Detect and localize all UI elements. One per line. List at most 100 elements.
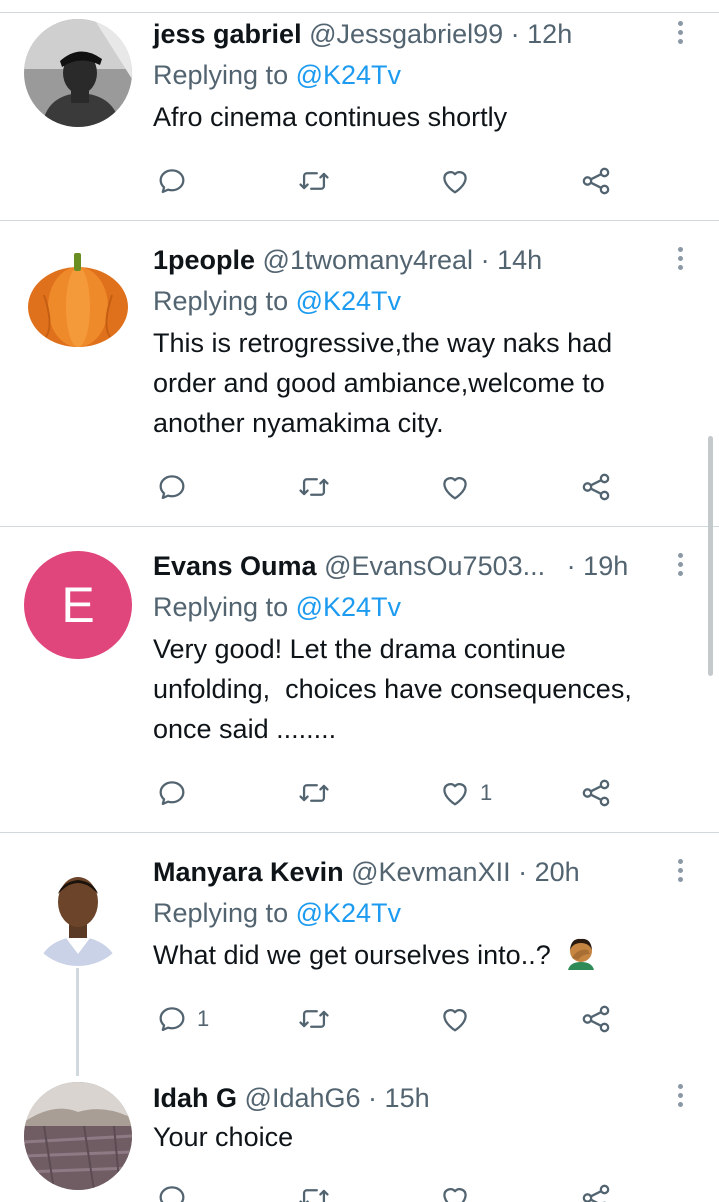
tweet-content: Evans Ouma @EvansOu7503... · 19h Replyin…: [153, 549, 698, 749]
tweet-content: 1people @1twomany4real · 14h Replying to…: [153, 243, 698, 443]
like-button[interactable]: [438, 1178, 480, 1202]
reply-icon: [159, 475, 185, 500]
timestamp[interactable]: 20h: [535, 857, 580, 887]
retweet-button[interactable]: [297, 1178, 331, 1202]
replying-to-label: Replying to: [153, 592, 289, 622]
reply-button[interactable]: [155, 161, 197, 201]
share-button[interactable]: [579, 999, 613, 1039]
tweet-content: Idah G @IdahG6 · 15h Your choice: [153, 1081, 698, 1157]
share-button[interactable]: [579, 773, 613, 813]
like-button[interactable]: [438, 467, 480, 507]
separator-dot: ·: [566, 551, 576, 581]
retweet-button[interactable]: [297, 773, 331, 813]
avatar-idah-g[interactable]: [24, 1082, 132, 1190]
like-button[interactable]: [438, 999, 480, 1039]
tweet-header: Manyara Kevin @KevmanXII · 20h: [153, 855, 698, 889]
user-handle[interactable]: @KevmanXII: [351, 857, 510, 887]
replying-to-label: Replying to: [153, 898, 289, 928]
display-name[interactable]: Idah G: [153, 1083, 237, 1113]
retweet-icon: [299, 784, 329, 802]
display-name[interactable]: 1people: [153, 245, 255, 275]
tweet-text-line: unfolding, choices have consequences,: [153, 674, 632, 704]
user-handle[interactable]: @1twomany4real: [263, 245, 474, 275]
display-name[interactable]: Manyara Kevin: [153, 857, 344, 887]
replying-to-label: Replying to: [153, 60, 289, 90]
more-icon[interactable]: [672, 550, 688, 584]
share-button[interactable]: [579, 161, 613, 201]
tweet-text: Your choice: [153, 1122, 294, 1152]
tweet-text-content: What did we get ourselves into..?: [153, 940, 551, 970]
retweet-icon: [299, 172, 329, 190]
like-icon: [443, 1009, 467, 1032]
reply-icon: [159, 1186, 185, 1202]
tweet-text-line: This is retrogressive,the way naks had: [153, 328, 613, 358]
avatar-evans-ouma[interactable]: E: [24, 551, 132, 659]
user-handle[interactable]: @IdahG6: [245, 1083, 361, 1113]
share-icon: [582, 167, 610, 195]
tweet-actions: 1: [153, 999, 623, 1039]
more-icon[interactable]: [672, 856, 688, 890]
reply-button[interactable]: 1: [155, 999, 209, 1039]
reply-button[interactable]: [155, 1178, 197, 1202]
avatar-1people[interactable]: [24, 245, 132, 353]
like-button[interactable]: [438, 161, 480, 201]
reply-count: 1: [197, 1006, 210, 1031]
tweet-text: This is retrogressive,the way naks had o…: [153, 323, 698, 443]
avatar-jess-gabriel[interactable]: [24, 19, 132, 127]
scrollbar-thumb[interactable]: [708, 436, 713, 676]
replying-to-label: Replying to: [153, 286, 289, 316]
retweet-button[interactable]: [297, 467, 331, 507]
tweet-header: Evans Ouma @EvansOu7503... · 19h: [153, 549, 698, 583]
share-icon: [582, 473, 610, 501]
tweet-header: jess gabriel @Jessgabriel99 · 12h: [153, 17, 698, 51]
tweet-text-line: order and good ambiance,welcome to: [153, 368, 605, 398]
user-handle[interactable]: @Jessgabriel99: [309, 19, 503, 49]
thread-connector: [76, 968, 79, 1076]
tweet-divider: [0, 526, 719, 527]
reply-icon: [159, 781, 185, 806]
timestamp[interactable]: 12h: [527, 19, 572, 49]
tweet-actions: 1: [153, 773, 623, 813]
display-name[interactable]: Evans Ouma: [153, 551, 317, 581]
share-icon: [582, 779, 610, 807]
more-icon[interactable]: [672, 244, 688, 278]
more-icon[interactable]: [672, 1081, 688, 1115]
more-icon[interactable]: [672, 18, 688, 52]
retweet-button[interactable]: [297, 999, 331, 1039]
share-button[interactable]: [579, 467, 613, 507]
tweet-text: Very good! Let the drama continue unfold…: [153, 629, 698, 749]
tweet-header: Idah G @IdahG6 · 15h: [153, 1081, 698, 1115]
tweet-actions: [153, 467, 623, 507]
mention-link[interactable]: @K24Tv: [296, 286, 401, 316]
timestamp[interactable]: 14h: [497, 245, 542, 275]
like-icon: [443, 1188, 467, 1202]
mention-link[interactable]: @K24Tv: [296, 60, 401, 90]
tweet-text: What did we get ourselves into..?: [153, 935, 698, 975]
tweet-content: Manyara Kevin @KevmanXII · 20h Replying …: [153, 855, 698, 975]
mention-link[interactable]: @K24Tv: [296, 898, 401, 928]
timestamp[interactable]: 19h: [583, 551, 628, 581]
like-icon: [443, 783, 467, 806]
replying-to: Replying to @K24Tv: [153, 58, 698, 92]
avatar-letter: E: [61, 577, 94, 633]
tweet-text: Afro cinema continues shortly: [153, 102, 508, 132]
separator-dot: ·: [518, 857, 528, 887]
tweet-text-line: Very good! Let the drama continue: [153, 634, 566, 664]
tweet-text-line: once said ........: [153, 714, 337, 744]
user-handle[interactable]: @EvansOu7503...: [324, 551, 545, 581]
tweet-header: 1people @1twomany4real · 14h: [153, 243, 698, 277]
retweet-icon: [299, 1189, 329, 1202]
mention-link[interactable]: @K24Tv: [296, 592, 401, 622]
avatar-manyara-kevin[interactable]: [24, 858, 132, 966]
retweet-button[interactable]: [297, 161, 331, 201]
share-button[interactable]: [579, 1178, 613, 1202]
like-icon: [443, 477, 467, 500]
reply-button[interactable]: [155, 467, 197, 507]
tweet-divider: [0, 220, 719, 221]
like-icon: [443, 171, 467, 194]
timestamp[interactable]: 15h: [385, 1083, 430, 1113]
display-name[interactable]: jess gabriel: [153, 19, 302, 49]
like-button[interactable]: 1: [438, 773, 492, 813]
reply-button[interactable]: [155, 773, 197, 813]
replying-to: Replying to @K24Tv: [153, 284, 698, 318]
